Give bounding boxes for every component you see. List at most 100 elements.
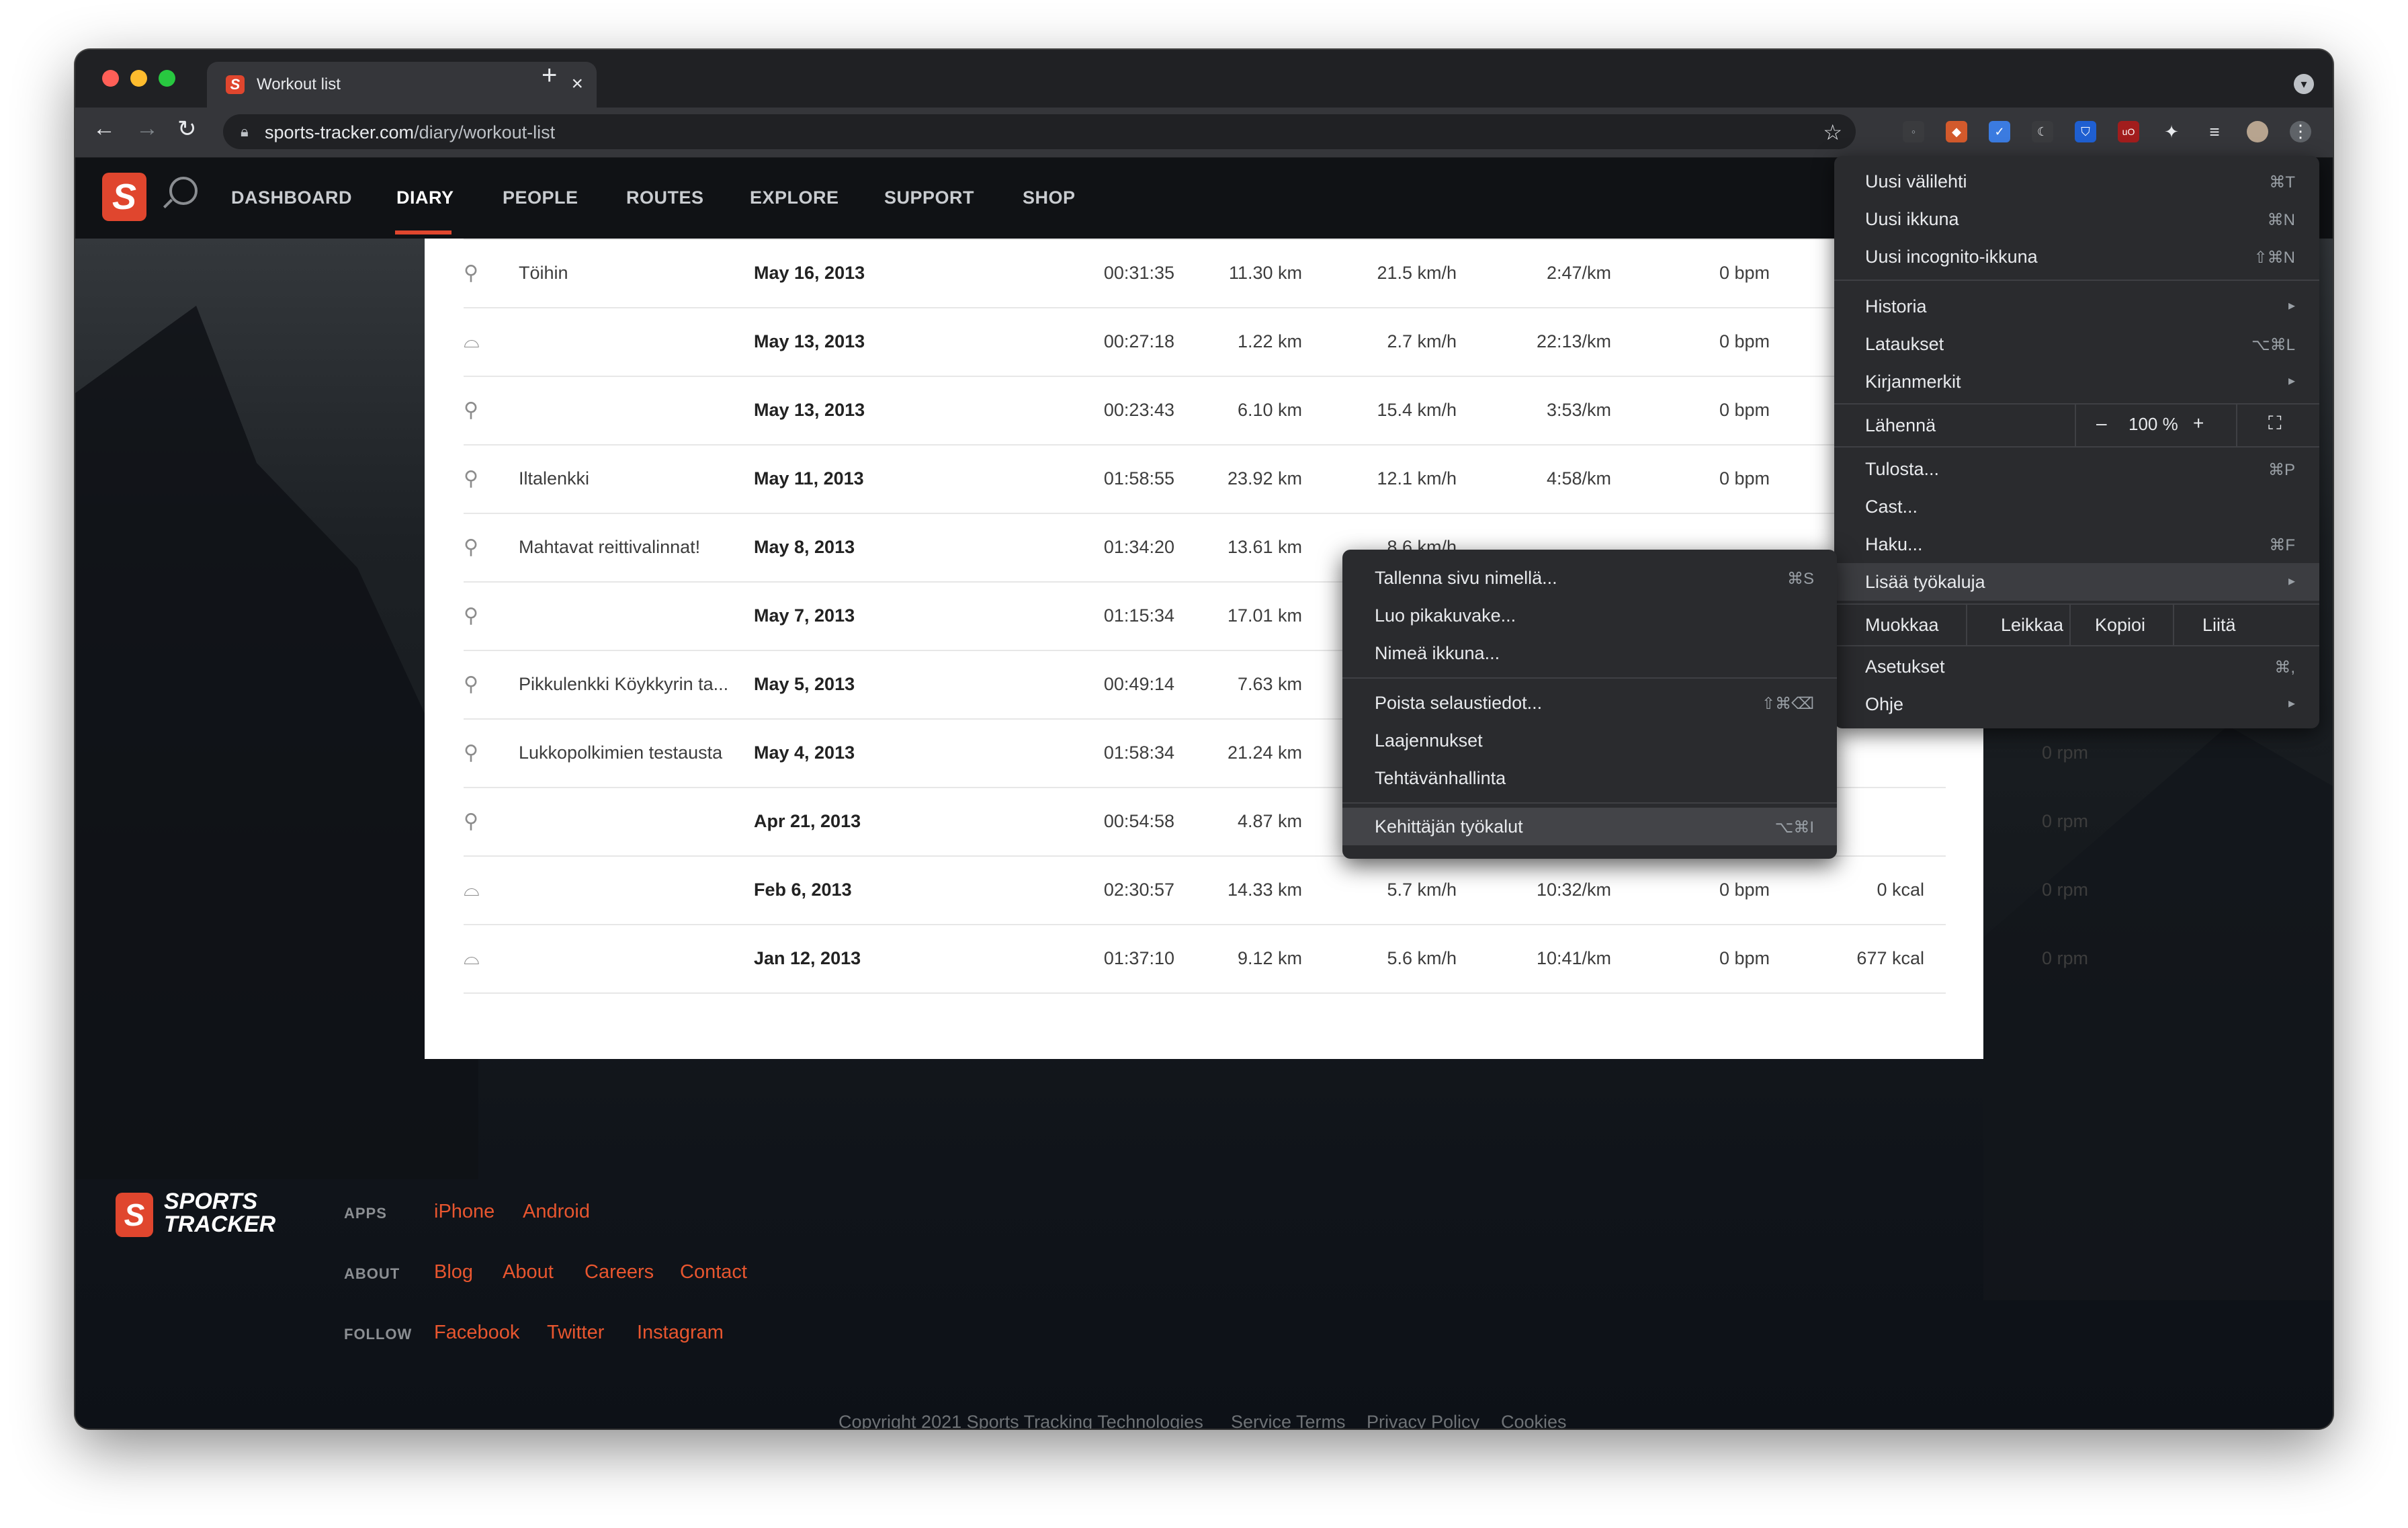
workout-distance: 13.61 km [1227,537,1302,557]
workout-date[interactable]: Feb 6, 2013 [754,880,852,900]
workout-name[interactable]: Töihin [519,263,568,284]
search-icon[interactable] [169,177,198,205]
menu-separator [1834,280,2319,281]
workout-name[interactable]: Pikkulenkki Köykkyrin ta... [519,674,728,695]
footer-link-contact[interactable]: Contact [680,1261,747,1283]
submenu-item-developer-tools[interactable]: Kehittäjän työkalut ⌥⌘I [1342,808,1837,845]
table-row[interactable]: ⌓ Jan 12, 2013 01:37:10 9.12 km 5.6 km/h 10:4… [464,924,2088,994]
menu-item-help[interactable]: Ohje ▸ [1834,685,2319,723]
footer-privacy-policy-link[interactable]: Privacy Policy [1367,1412,1479,1429]
workout-date[interactable]: May 8, 2013 [754,537,855,558]
footer-about-label: ABOUT [344,1265,400,1282]
table-row[interactable]: ⌓ Feb 6, 2013 02:30:57 14.33 km 5.7 km/h 10:3… [464,855,2088,925]
menu-item-print[interactable]: Tulosta... ⌘P [1834,450,2319,488]
footer-link-blog[interactable]: Blog [434,1261,473,1283]
footer-link-android[interactable]: Android [523,1201,590,1223]
lock-icon[interactable]: 🔒︎ [241,123,249,140]
workout-date[interactable]: May 13, 2013 [754,400,865,421]
workout-date[interactable]: May 4, 2013 [754,742,855,763]
menu-item-more-tools[interactable]: Lisää työkaluja ▸ [1834,563,2319,601]
footer-logo-text[interactable]: SPORTS TRACKER [164,1190,275,1236]
workout-date[interactable]: Apr 21, 2013 [754,811,861,832]
submenu-item-create-shortcut[interactable]: Luo pikakuvake... [1342,597,1837,634]
extension-grammar-icon[interactable]: ✓ [1989,121,2010,142]
tab-workout-list[interactable]: S Workout list × [207,62,597,108]
workout-speed: 2.7 km/h [1387,331,1457,351]
paste-button[interactable]: Liitä [2173,605,2321,645]
reload-icon[interactable]: ↻ [177,116,197,142]
zoom-in-button[interactable]: + [2193,413,2204,434]
tab-search-chevron-icon[interactable]: ▾ [2294,74,2314,94]
submenu-item-save-page[interactable]: Tallenna sivu nimellä... ⌘S [1342,559,1837,597]
menu-item-new-incognito[interactable]: Uusi incognito-ikkuna ⇧⌘N [1834,238,2319,275]
extensions-puzzle-icon[interactable]: ✦ [2161,121,2182,142]
submenu-separator [1342,802,1837,804]
footer-service-terms-link[interactable]: Service Terms [1231,1412,1346,1429]
workout-name[interactable]: Mahtavat reittivalinnat! [519,537,700,558]
workout-duration: 01:34:20 [1103,537,1174,557]
workout-date[interactable]: May 5, 2013 [754,674,855,695]
zoom-window-button[interactable] [159,70,175,87]
extension-ublock-icon[interactable]: uO [2118,121,2139,142]
footer-link-facebook[interactable]: Facebook [434,1322,519,1344]
submenu-item-name-window[interactable]: Nimeä ikkuna... [1342,634,1837,672]
footer-link-instagram[interactable]: Instagram [637,1322,724,1344]
workout-date[interactable]: May 13, 2013 [754,331,865,352]
reading-list-icon[interactable]: ≡ [2204,121,2225,142]
menu-item-bookmarks[interactable]: Kirjanmerkit ▸ [1834,363,2319,400]
extension-bitwarden-icon[interactable]: ⛉ [2075,121,2096,142]
nav-diary[interactable]: DIARY [396,187,454,208]
table-row[interactable]: ⚲ Töihin May 16, 2013 00:31:35 11.30 km 21.5 … [464,239,1946,308]
footer-logo-icon[interactable]: S [116,1193,153,1237]
workout-pace: 10:41/km [1536,948,1611,968]
extension-dark-icon[interactable]: ☾ [2032,121,2053,142]
footer-link-careers[interactable]: Careers [585,1261,654,1283]
menu-item-cast[interactable]: Cast... [1834,488,2319,525]
profile-avatar[interactable] [2247,121,2268,142]
table-row[interactable]: ⌓ May 13, 2013 00:27:18 1.22 km 2.7 km/h 22:1… [464,307,1946,377]
workout-name[interactable]: Lukkopolkimien testausta [519,742,722,763]
workout-name[interactable]: Iltalenkki [519,468,589,489]
workout-date[interactable]: Jan 12, 2013 [754,948,861,969]
fullscreen-button[interactable]: ⛶ [2236,405,2321,446]
menu-item-downloads[interactable]: Lataukset ⌥⌘L [1834,325,2319,363]
mountain-bike-icon: ⚲ [464,605,478,627]
cut-button[interactable]: Leikkaa [1966,605,2071,645]
new-tab-button[interactable]: + [542,60,557,91]
table-row[interactable]: ⚲ Iltalenkki May 11, 2013 01:58:55 23.92 km 1… [464,444,1946,514]
minimize-window-button[interactable] [130,70,147,87]
zoom-out-button[interactable]: – [2096,413,2107,434]
workout-date[interactable]: May 11, 2013 [754,468,864,489]
footer-link-twitter[interactable]: Twitter [547,1322,604,1344]
address-bar[interactable]: 🔒︎ sports-tracker.com/diary/workout-list… [223,114,1856,149]
workout-energy: 677 kcal [1856,948,1924,968]
workout-date[interactable]: May 7, 2013 [754,605,855,626]
workout-hr: 0 bpm [1719,468,1770,489]
nav-dashboard[interactable]: DASHBOARD [231,187,352,208]
close-window-button[interactable] [102,70,119,87]
footer-cookies-link[interactable]: Cookies [1501,1412,1567,1429]
footer-link-iphone[interactable]: iPhone [434,1201,494,1223]
close-tab-icon[interactable]: × [571,73,583,95]
workout-date[interactable]: May 16, 2013 [754,263,865,284]
table-row[interactable]: ⚲ May 13, 2013 00:23:43 6.10 km 15.4 km/h 3:5… [464,376,1946,445]
extension-figma-icon[interactable]: ◆ [1946,121,1967,142]
footer-link-about[interactable]: About [503,1261,554,1283]
menu-item-new-tab[interactable]: Uusi välilehti ⌘T [1834,163,2319,200]
bookmark-star-icon[interactable]: ☆ [1823,120,1842,145]
submenu-item-clear-browsing-data[interactable]: Poista selaustiedot... ⇧⌘⌫ [1342,684,1837,722]
copy-button[interactable]: Kopioi [2069,605,2174,645]
chrome-menu-kebab-icon[interactable]: ⋮ [2290,121,2311,142]
menu-item-history[interactable]: Historia ▸ [1834,288,2319,325]
menu-item-find[interactable]: Haku... ⌘F [1834,525,2319,563]
workout-duration: 00:31:35 [1103,263,1174,283]
menu-item-settings[interactable]: Asetukset ⌘, [1834,648,2319,685]
menu-item-new-window[interactable]: Uusi ikkuna ⌘N [1834,200,2319,238]
sports-tracker-logo[interactable]: S [102,173,146,221]
forward-arrow-icon[interactable]: → [136,116,159,142]
submenu-item-task-manager[interactable]: Tehtävänhallinta [1342,759,1837,797]
url-text[interactable]: sports-tracker.com/diary/workout-list [265,122,555,143]
extension-reader-icon[interactable]: ◦ [1903,121,1924,142]
submenu-item-extensions[interactable]: Laajennukset [1342,722,1837,759]
back-arrow-icon[interactable]: ← [93,116,116,142]
